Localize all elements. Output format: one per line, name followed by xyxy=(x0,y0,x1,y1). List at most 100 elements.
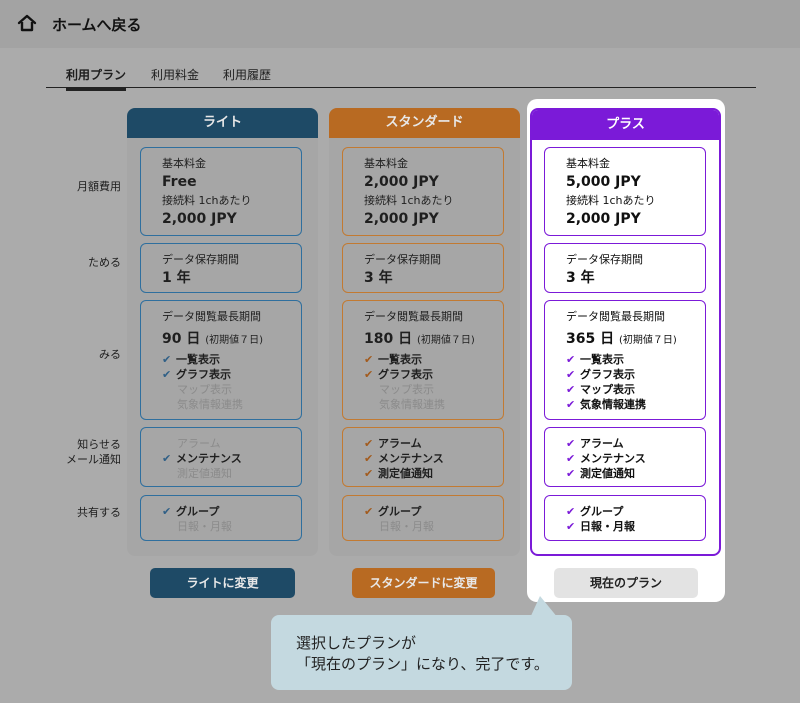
feature-list-view: ✔ 一覧表示 xyxy=(364,353,422,366)
plan-card-standard: スタンダード 基本料金 2,000 JPY 接続料 1chあたり 2,000 J… xyxy=(329,108,520,556)
check-icon: ✔ xyxy=(566,437,576,450)
check-icon: ✔ xyxy=(566,505,576,518)
base-fee-label: 基本料金 xyxy=(566,157,610,170)
view-period-value: 365 日 (初期値７日) xyxy=(566,328,705,352)
feature-list-view: ✔ 一覧表示 xyxy=(162,353,220,366)
notify-box-plus: ✔ アラーム ✔ メンテナンス ✔ 測定値通知 xyxy=(544,427,706,487)
current-plan-button[interactable]: 現在のプラン xyxy=(554,568,698,598)
feature-measure-notify: ✔ 測定値通知 xyxy=(364,467,433,480)
base-fee-value: 2,000 JPY xyxy=(364,174,439,190)
tab-history[interactable]: 利用履歴 xyxy=(223,66,271,83)
row-label-share: 共有する xyxy=(77,506,121,519)
base-fee-label: 基本料金 xyxy=(364,157,408,170)
feature-weather: 気象情報連携 xyxy=(379,398,445,411)
notify-box-standard: ✔ アラーム ✔ メンテナンス ✔ 測定値通知 xyxy=(342,427,504,487)
base-fee-value: 5,000 JPY xyxy=(566,174,641,190)
tab-fees[interactable]: 利用料金 xyxy=(151,66,199,83)
feature-weather: ✔ 気象情報連携 xyxy=(566,398,646,411)
per-channel-label: 接続料 1chあたり xyxy=(364,194,454,207)
initial-note: (初期値７日) xyxy=(618,335,677,346)
check-icon: ✔ xyxy=(364,437,374,450)
retention-label: データ保存期間 xyxy=(364,253,441,266)
retention-value: 1 年 xyxy=(162,270,191,286)
top-bar: ホームへ戻る xyxy=(0,0,800,48)
share-box-standard: ✔ グループ 日報・月報 xyxy=(342,495,504,541)
feature-measure-notify: ✔ 測定値通知 xyxy=(566,467,635,480)
feature-group: ✔ グループ xyxy=(364,505,422,518)
view-box-standard: データ閲覧最長期間 180 日 (初期値７日) ✔ 一覧表示 ✔ グラフ表示 マップ… xyxy=(342,300,504,420)
row-label-monthly-fee: 月額費用 xyxy=(77,180,121,193)
feature-maintenance: ✔ メンテナンス xyxy=(566,452,646,465)
view-box-plus: データ閲覧最長期間 365 日 (初期値７日) ✔ 一覧表示 ✔ グラフ表示 ✔ マッ… xyxy=(544,300,706,420)
callout-line2: 「現在のプラン」になり、完了です。 xyxy=(296,655,549,673)
home-link[interactable]: ホームへ戻る xyxy=(52,14,142,35)
feature-alarm: アラーム xyxy=(177,437,221,450)
check-icon: ✔ xyxy=(364,353,374,366)
plan-title-standard: スタンダード xyxy=(329,108,520,138)
check-icon: ✔ xyxy=(566,353,576,366)
feature-group: ✔ グループ xyxy=(566,505,624,518)
check-icon: ✔ xyxy=(566,398,576,411)
view-period-label: データ閲覧最長期間 xyxy=(566,310,665,323)
retention-box-lite: データ保存期間 1 年 xyxy=(140,243,302,293)
view-period-label: データ閲覧最長期間 xyxy=(162,310,261,323)
plan-card-plus: プラス 基本料金 5,000 JPY 接続料 1chあたり 2,000 JPY … xyxy=(530,108,721,556)
base-fee-label: 基本料金 xyxy=(162,157,206,170)
retention-box-standard: データ保存期間 3 年 xyxy=(342,243,504,293)
row-label-notify: 知らせる メール通知 xyxy=(41,437,121,467)
row-label-store: ためる xyxy=(88,256,121,269)
view-period-value: 180 日 (初期値７日) xyxy=(364,328,503,352)
tab-bar: 利用プラン 利用料金 利用履歴 xyxy=(46,62,756,91)
check-icon: ✔ xyxy=(566,368,576,381)
feature-graph-view: ✔ グラフ表示 xyxy=(364,368,433,381)
feature-map-view: ✔ マップ表示 xyxy=(566,383,635,396)
per-channel-value: 2,000 JPY xyxy=(162,211,237,227)
feature-alarm: ✔ アラーム xyxy=(566,437,624,450)
callout-line1: 選択したプランが xyxy=(296,634,417,652)
feature-maintenance: ✔ メンテナンス xyxy=(364,452,444,465)
fee-box-lite: 基本料金 Free 接続料 1chあたり 2,000 JPY xyxy=(140,147,302,236)
feature-map-view: マップ表示 xyxy=(379,383,434,396)
check-icon: ✔ xyxy=(364,467,374,480)
plan-title-plus: プラス xyxy=(532,110,719,140)
feature-map-view: マップ表示 xyxy=(177,383,232,396)
feature-reports: 日報・月報 xyxy=(379,520,434,533)
base-fee-value: Free xyxy=(162,174,197,190)
per-channel-value: 2,000 JPY xyxy=(566,211,641,227)
check-icon: ✔ xyxy=(162,353,172,366)
check-icon: ✔ xyxy=(566,520,576,533)
callout-text: 選択したプランが 「現在のプラン」になり、完了です。 xyxy=(296,633,549,675)
initial-note: (初期値７日) xyxy=(416,335,475,346)
retention-label: データ保存期間 xyxy=(566,253,643,266)
feature-alarm: ✔ アラーム xyxy=(364,437,422,450)
check-icon: ✔ xyxy=(364,452,374,465)
per-channel-label: 接続料 1chあたり xyxy=(162,194,252,207)
feature-measure-notify: 測定値通知 xyxy=(177,467,232,480)
notify-box-lite: アラーム ✔ メンテナンス 測定値通知 xyxy=(140,427,302,487)
plan-card-lite: ライト 基本料金 Free 接続料 1chあたり 2,000 JPY データ保存… xyxy=(127,108,318,556)
change-to-standard-button[interactable]: スタンダードに変更 xyxy=(352,568,495,598)
tab-plan[interactable]: 利用プラン xyxy=(66,66,127,91)
retention-value: 3 年 xyxy=(364,270,393,286)
check-icon: ✔ xyxy=(566,467,576,480)
change-to-lite-button[interactable]: ライトに変更 xyxy=(150,568,295,598)
feature-graph-view: ✔ グラフ表示 xyxy=(162,368,231,381)
retention-label: データ保存期間 xyxy=(162,253,239,266)
retention-box-plus: データ保存期間 3 年 xyxy=(544,243,706,293)
home-icon[interactable] xyxy=(16,12,38,34)
plan-title-lite: ライト xyxy=(127,108,318,138)
feature-reports: 日報・月報 xyxy=(177,520,232,533)
view-box-lite: データ閲覧最長期間 90 日 (初期値７日) ✔ 一覧表示 ✔ グラフ表示 マップ表… xyxy=(140,300,302,420)
per-channel-value: 2,000 JPY xyxy=(364,211,439,227)
view-period-days: 365 日 xyxy=(566,331,615,347)
check-icon: ✔ xyxy=(162,452,172,465)
retention-value: 3 年 xyxy=(566,270,595,286)
feature-group: ✔ グループ xyxy=(162,505,220,518)
view-period-days: 90 日 xyxy=(162,331,201,347)
view-period-label: データ閲覧最長期間 xyxy=(364,310,463,323)
per-channel-label: 接続料 1chあたり xyxy=(566,194,656,207)
check-icon: ✔ xyxy=(364,368,374,381)
check-icon: ✔ xyxy=(566,383,576,396)
view-period-days: 180 日 xyxy=(364,331,413,347)
row-label-notify-line1: 知らせる xyxy=(77,438,121,451)
